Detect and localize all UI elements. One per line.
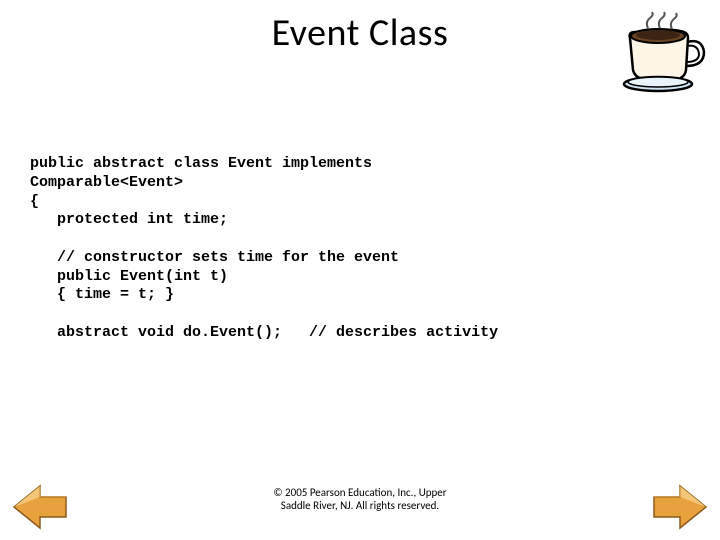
previous-arrow-icon	[10, 482, 70, 532]
previous-button[interactable]	[10, 482, 70, 532]
coffee-cup-icon	[620, 10, 710, 95]
code-line: { time = t; }	[30, 286, 174, 303]
copyright-footer: © 2005 Pearson Education, Inc., Upper Sa…	[0, 486, 720, 512]
footer-line: Saddle River, NJ. All rights reserved.	[0, 499, 720, 512]
code-line: abstract void do.Event(); // describes a…	[30, 324, 498, 341]
code-line: {	[30, 193, 39, 210]
code-line: public Event(int t)	[30, 268, 228, 285]
next-arrow-icon	[650, 482, 710, 532]
code-line: public abstract class Event implements	[30, 155, 372, 172]
footer-line: © 2005 Pearson Education, Inc., Upper	[0, 486, 720, 499]
code-line: Comparable<Event>	[30, 174, 183, 191]
code-line: protected int time;	[30, 211, 228, 228]
code-line: // constructor sets time for the event	[30, 249, 399, 266]
code-content: public abstract class Event implements C…	[30, 155, 498, 343]
page-title: Event Class	[0, 0, 720, 56]
next-button[interactable]	[650, 482, 710, 532]
